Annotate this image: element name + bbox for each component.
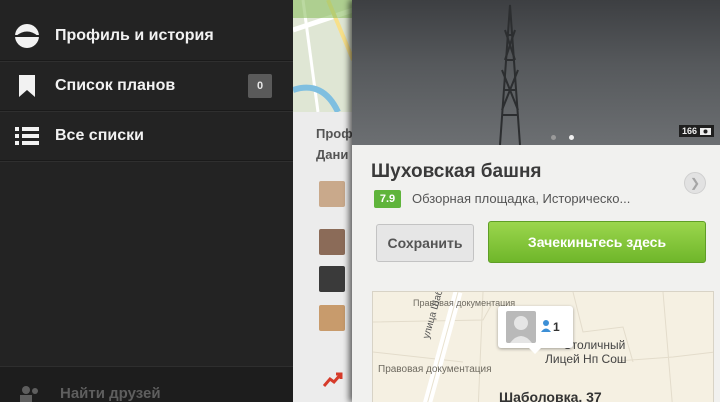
- sidebar-item-label: Найти друзей: [60, 385, 161, 402]
- sidebar: Профиль и история Список планов 0 Все сп…: [0, 0, 298, 402]
- background-feed-panel: Проф Дани: [293, 0, 353, 402]
- photo-count-badge: 166: [678, 125, 714, 137]
- sidebar-item-label: Список планов: [55, 76, 176, 94]
- venue-address: Шаболовка, 37: [499, 389, 602, 402]
- pin-visitor-count: 1: [553, 320, 560, 334]
- checkin-button[interactable]: Зачекиньтесь здесь: [488, 221, 706, 263]
- list-icon: [15, 126, 39, 145]
- save-button[interactable]: Сохранить: [376, 224, 474, 262]
- tower-image: [499, 4, 521, 146]
- save-button-label: Сохранить: [387, 235, 463, 251]
- venue-photo[interactable]: 166: [352, 0, 720, 146]
- trending-icon: [323, 372, 343, 387]
- person-icon: [541, 320, 551, 332]
- venue-panel: 166 Шуховская башня 7.9 Обзорная площадк…: [352, 0, 720, 402]
- avatar[interactable]: [319, 305, 345, 331]
- count-badge: 0: [248, 73, 272, 98]
- photo-count-value: 166: [681, 126, 697, 136]
- user-silhouette-icon: [510, 316, 532, 343]
- venue-map[interactable]: Правовая документация улица Шаболовка Пр…: [372, 291, 714, 402]
- feed-text-line: Дани: [316, 147, 349, 162]
- profile-icon: [15, 23, 39, 48]
- avatar: [506, 311, 536, 343]
- sidebar-item-label: Все списки: [55, 126, 144, 144]
- rating-badge: 7.9: [374, 190, 401, 208]
- sidebar-item-plans[interactable]: Список планов 0: [0, 61, 298, 111]
- venue-category: Обзорная площадка, Историческо...: [412, 191, 631, 206]
- sidebar-item-find-friends[interactable]: Найти друзей: [0, 366, 298, 402]
- sidebar-item-all-lists[interactable]: Все списки: [0, 111, 298, 161]
- camera-icon: [700, 128, 711, 135]
- feed-map-thumbnail: [293, 0, 353, 114]
- photo-pager[interactable]: [551, 127, 583, 145]
- checkin-button-label: Зачекиньтесь здесь: [527, 234, 667, 250]
- avatar[interactable]: [319, 229, 345, 255]
- map-label: Правовая документация: [378, 364, 492, 375]
- bookmark-icon: [19, 74, 35, 97]
- map-poi-label: Лицей Нп Сош: [545, 352, 627, 366]
- sidebar-item-label: Профиль и история: [55, 26, 214, 44]
- add-friends-icon: [20, 386, 38, 402]
- chevron-right-icon: ❯: [689, 176, 701, 190]
- pager-dot-active: [569, 135, 575, 140]
- pin-pointer: [528, 347, 542, 354]
- avatar[interactable]: [319, 266, 345, 292]
- pager-dot: [551, 135, 556, 140]
- feed-text-line: Проф: [316, 126, 353, 141]
- avatar[interactable]: [319, 181, 345, 207]
- venue-name: Шуховская башня: [371, 161, 542, 182]
- venue-details-button[interactable]: ❯: [684, 172, 706, 194]
- sidebar-item-profile[interactable]: Профиль и история: [0, 11, 298, 61]
- map-venue-pin[interactable]: 1: [498, 306, 573, 354]
